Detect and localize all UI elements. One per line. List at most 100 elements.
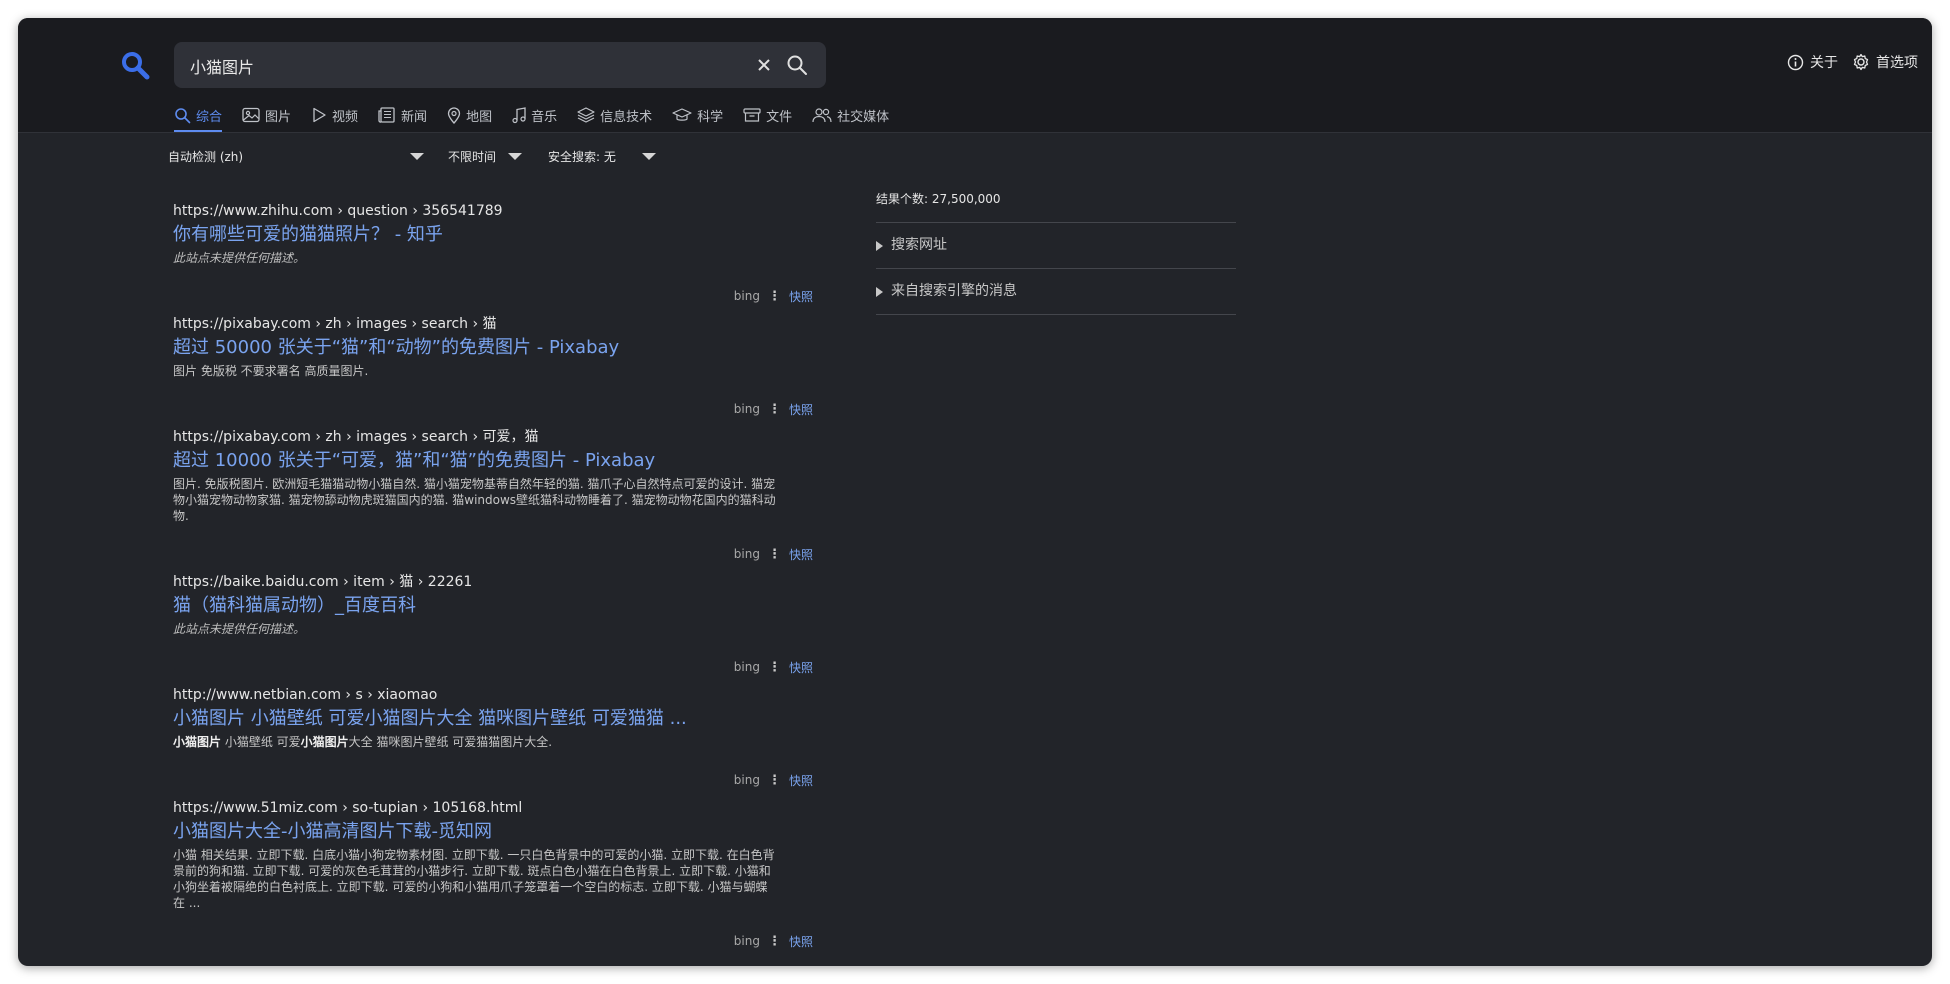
engine-label: bing [733,934,760,948]
sidebar: 结果个数: 27,500,000 搜索网址 来自搜索引擎的消息 [876,188,1236,315]
result-url[interactable]: http://www.netbian.com › s › xiaomao [173,685,813,705]
result-title-link[interactable]: 小猫图片大全-小猫高清图片下载-觅知网 [173,819,813,845]
more-options-icon[interactable]: ⋮ [768,289,781,304]
time-range-value: 不限时间 [448,149,497,164]
tab-music[interactable]: 音乐 [512,102,557,128]
tab-label: 视频 [332,109,359,125]
more-options-icon[interactable]: ⋮ [768,547,781,562]
result-meta: bing ⋮ 快照 [734,545,813,563]
result-item: http://www.netbian.com › s › xiaomao 小猫图… [173,685,813,788]
gear-icon [1853,53,1869,71]
result-url[interactable]: https://www.51miz.com › so-tupian › 1051… [173,798,813,818]
about-label: 关于 [1810,55,1838,71]
engine-label: bing [733,547,760,561]
tab-science[interactable]: 科学 [672,102,723,128]
category-tabs: 综合 图片 视频 新闻 地图 音乐 信息技术 科学 文件 社交媒体 [174,102,889,132]
safe-search-value: 安全搜索: 无 [548,149,616,164]
tab-it[interactable]: 信息技术 [577,102,652,128]
tab-images[interactable]: 图片 [242,102,291,128]
time-range-select[interactable]: 不限时间 [448,146,522,166]
result-item: https://www.zhihu.com › question › 35654… [173,201,813,304]
search-icon[interactable] [786,54,808,76]
result-description: 图片 免版税 不要求署名 高质量图片. [173,364,369,378]
chevron-down-icon [642,152,656,160]
tab-label: 音乐 [531,109,558,125]
play-icon [313,107,326,123]
result-title-link[interactable]: 超过 10000 张关于“可爱，猫”和“猫”的免费图片 - Pixabay [173,448,813,474]
engine-label: bing [733,773,760,787]
safe-search-select[interactable]: 安全搜索: 无 [548,146,656,166]
search-logo-icon[interactable] [120,50,150,80]
tab-files[interactable]: 文件 [743,102,792,128]
tab-social-media[interactable]: 社交媒体 [812,102,889,128]
result-meta: bing ⋮ 快照 [734,400,813,418]
map-pin-icon [447,106,461,124]
result-title-link[interactable]: 小猫图片 小猫壁纸 可爱小猫图片大全 猫咪图片壁纸 可爱猫猫 ... [173,706,813,732]
result-title-link[interactable]: 超过 50000 张关于“猫”和“动物”的免费图片 - Pixabay [173,335,813,361]
result-item: https://baike.baidu.com › item › 猫 › 222… [173,572,813,675]
tab-label: 信息技术 [600,109,653,125]
result-url[interactable]: https://pixabay.com › zh › images › sear… [173,314,813,334]
graduation-cap-icon [672,108,692,121]
music-icon [512,106,526,123]
result-count: 结果个数: 27,500,000 [876,192,1001,206]
description-text: 大全 猫咪图片壁纸 可爱猫猫图片大全. [348,735,553,749]
tab-label: 科学 [697,109,724,125]
search-url-toggle[interactable]: 搜索网址 [876,223,1236,269]
tab-general[interactable]: 综合 [174,102,223,132]
result-meta: bing ⋮ 快照 [734,658,813,676]
more-options-icon[interactable]: ⋮ [768,402,781,417]
sidebar-item-label: 来自搜索引擎的消息 [891,283,1017,299]
search-icon [175,107,191,123]
cache-link[interactable]: 快照 [789,659,813,676]
tab-label: 图片 [265,109,292,125]
result-url[interactable]: https://pixabay.com › zh › images › sear… [173,427,813,447]
more-options-icon[interactable]: ⋮ [768,934,781,949]
result-meta: bing ⋮ 快照 [734,771,813,789]
archive-icon [743,108,761,122]
result-url[interactable]: https://baike.baidu.com › item › 猫 › 222… [173,572,813,592]
result-description: 图片. 免版税图片. 欧洲短毛猫猫动物小猫自然. 猫小猫宠物基蒂自然年轻的猫. … [173,477,776,523]
highlight-text: 小猫图片 [173,735,222,749]
language-select[interactable]: 自动检测 (zh) [168,146,424,166]
sidebar-item-label: 搜索网址 [891,237,947,253]
result-url[interactable]: https://www.zhihu.com › question › 35654… [173,201,813,221]
info-icon [1787,54,1804,70]
result-item: https://pixabay.com › zh › images › sear… [173,314,813,417]
result-description: 小猫 相关结果. 立即下载. 白底小猫小狗宠物素材图. 立即下载. 一只白色背景… [173,848,775,910]
tab-news[interactable]: 新闻 [378,102,427,128]
tab-maps[interactable]: 地图 [447,102,492,128]
highlight-text: 小猫图片 [300,735,349,749]
engine-label: bing [733,660,760,674]
filter-bar: 自动检测 (zh) 不限时间 安全搜索: 无 [168,146,656,166]
result-description: 此站点未提供任何描述。 [173,251,306,265]
tab-label: 综合 [196,109,223,125]
cache-link[interactable]: 快照 [789,933,813,950]
engine-messages-toggle[interactable]: 来自搜索引擎的消息 [876,269,1236,315]
more-options-icon[interactable]: ⋮ [768,660,781,675]
cache-link[interactable]: 快照 [789,401,813,418]
triangle-right-icon [876,240,883,251]
search-input[interactable] [188,42,732,90]
about-link[interactable]: 关于 [1787,52,1838,72]
cache-link[interactable]: 快照 [789,772,813,789]
header: 关于 首选项 综合 [18,18,1932,133]
layers-icon [577,107,595,123]
result-meta: bing ⋮ 快照 [734,932,813,950]
result-meta: bing ⋮ 快照 [734,287,813,305]
result-title-link[interactable]: 猫（猫科猫属动物）_百度百科 [173,593,813,619]
cache-link[interactable]: 快照 [789,546,813,563]
users-icon [812,108,832,123]
tab-label: 新闻 [401,109,428,125]
search-box [174,42,826,90]
chevron-down-icon [508,152,522,160]
clear-icon[interactable] [754,55,774,75]
engine-label: bing [733,402,760,416]
tab-videos[interactable]: 视频 [311,102,358,128]
result-title-link[interactable]: 你有哪些可爱的猫猫照片？ - 知乎 [173,222,813,248]
cache-link[interactable]: 快照 [789,288,813,305]
more-options-icon[interactable]: ⋮ [768,773,781,788]
triangle-right-icon [876,286,883,297]
preferences-link[interactable]: 首选项 [1852,52,1918,72]
tab-label: 社交媒体 [837,109,890,125]
